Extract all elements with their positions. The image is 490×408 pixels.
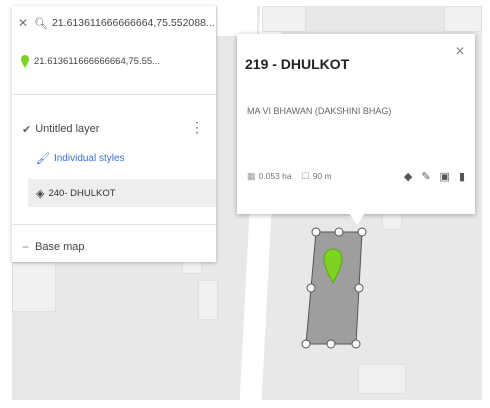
delete-icon[interactable]: ▮ bbox=[459, 170, 465, 183]
popup-actions: ◆ ✎ ▣ ▮ bbox=[404, 170, 465, 183]
popup-description: MA VI BHAWAN (DAKSHINI BHAG) bbox=[247, 106, 392, 116]
layer-name[interactable]: Untitled layer bbox=[35, 123, 99, 135]
checkbox-icon[interactable]: ✔︎ bbox=[22, 123, 31, 136]
styles-label: Individual styles bbox=[53, 152, 125, 164]
edit-icon[interactable]: ✎ bbox=[421, 170, 430, 183]
building-footprint bbox=[358, 364, 406, 394]
building-footprint bbox=[12, 262, 56, 312]
road bbox=[217, 6, 257, 36]
feature-popup: 219 - DHULKOT ✕ MA VI BHAWAN (DAKSHINI B… bbox=[237, 34, 475, 214]
more-vert-icon[interactable]: ⋮ bbox=[190, 120, 204, 134]
pin-icon bbox=[21, 55, 29, 68]
search-icon[interactable]: 🔍︎ bbox=[34, 17, 48, 30]
perimeter-value: 90 m bbox=[312, 171, 332, 181]
area-metric: ▦ 0.053 ha bbox=[247, 171, 292, 182]
layer-header: ✔︎ Untitled layer ⋮ bbox=[12, 116, 216, 142]
fill-icon[interactable]: ◆ bbox=[404, 170, 412, 183]
popup-title: 219 - DHULKOT bbox=[245, 56, 350, 72]
paint-icon: 🖌︎ bbox=[36, 152, 50, 165]
building-footprint bbox=[262, 6, 306, 32]
layers-panel: ✕ 🔍︎ 21.613611666666664,75.552088... 21.… bbox=[12, 6, 216, 262]
camera-icon[interactable]: ▣ bbox=[440, 170, 450, 183]
close-icon[interactable]: ✕ bbox=[455, 44, 465, 58]
individual-styles-link[interactable]: 🖌︎ Individual styles bbox=[36, 146, 125, 170]
building-footprint bbox=[444, 6, 482, 32]
search-result[interactable]: 21.613611666666664,75.55... bbox=[12, 46, 216, 76]
divider bbox=[12, 94, 216, 95]
popup-tail bbox=[349, 213, 365, 225]
area-icon: ▦ bbox=[247, 170, 256, 181]
building-footprint bbox=[198, 280, 218, 320]
close-icon[interactable]: ✕ bbox=[18, 16, 34, 30]
perimeter-icon: ☐ bbox=[301, 170, 310, 181]
area-value: 0.053 ha bbox=[258, 171, 292, 181]
search-bar: ✕ 🔍︎ 21.613611666666664,75.552088... bbox=[12, 6, 216, 40]
popup-footer: ▦ 0.053 ha ☐ 90 m ◆ ✎ ▣ ▮ bbox=[247, 168, 465, 184]
feature-list-item[interactable]: ◈ 240- DHULKOT bbox=[28, 179, 216, 207]
perimeter-metric: ☐ 90 m bbox=[302, 171, 332, 182]
basemap-label: Base map bbox=[35, 241, 85, 253]
search-query[interactable]: 21.613611666666664,75.552088... bbox=[52, 17, 215, 29]
feature-label: 240- DHULKOT bbox=[48, 187, 116, 199]
minus-icon[interactable]: − bbox=[22, 240, 29, 254]
search-result-coords: 21.613611666666664,75.55... bbox=[34, 55, 161, 67]
basemap-row[interactable]: − Base map bbox=[12, 234, 216, 260]
building-footprint bbox=[182, 260, 202, 274]
divider bbox=[12, 224, 216, 225]
tag-icon: ◈ bbox=[36, 187, 45, 200]
